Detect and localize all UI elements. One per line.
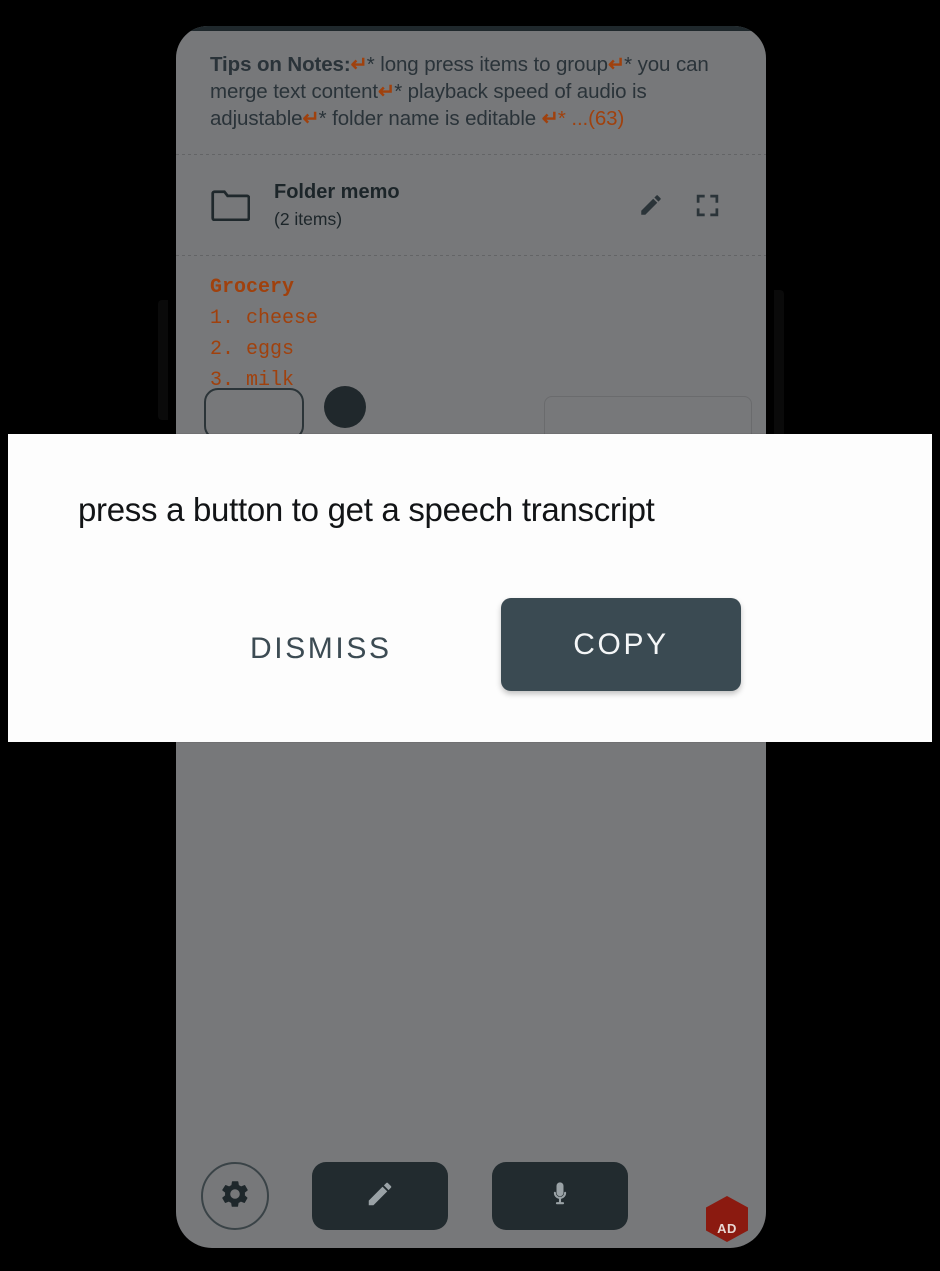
note-preview-text: Tips on Notes:↵* long press items to gro… [210, 51, 732, 132]
return-glyph: ↵ [541, 107, 559, 130]
dismiss-button[interactable]: DISMISS [236, 622, 406, 676]
note-preview-row[interactable]: Tips on Notes:↵* long press items to gro… [176, 31, 766, 154]
occluded-round-button[interactable] [324, 386, 366, 428]
copy-button[interactable]: COPY [501, 598, 741, 691]
grocery-heading: Grocery [210, 276, 295, 299]
folder-icon [210, 189, 250, 221]
dialog-message: press a button to get a speech transcrip… [78, 491, 655, 528]
occluded-pill-button[interactable] [204, 388, 304, 440]
pencil-icon [365, 1179, 395, 1214]
folder-item-count: (2 items) [274, 209, 343, 229]
note-preview-segment-0: * long press items to group [366, 53, 608, 76]
folder-meta: Folder memo (2 items) [274, 179, 638, 231]
return-glyph: ↵ [350, 53, 368, 76]
screenshot-root: Tips on Notes:↵* long press items to gro… [0, 0, 940, 1271]
return-glyph: ↵ [378, 80, 395, 103]
ad-badge[interactable]: AD [706, 1196, 748, 1242]
list-divider [176, 255, 766, 256]
list-divider [176, 154, 766, 155]
bottom-toolbar: AD [176, 1128, 766, 1248]
pencil-icon[interactable] [638, 192, 664, 218]
fullscreen-icon[interactable] [694, 192, 720, 218]
folder-row-actions [638, 192, 736, 218]
note-preview-title: Tips on Notes: [210, 53, 351, 76]
gear-icon [219, 1178, 251, 1215]
folder-row-folder-memo[interactable]: Folder memo (2 items) [176, 155, 766, 255]
folder-title: Folder memo [274, 181, 400, 203]
grocery-item: 1. cheese [210, 307, 319, 330]
settings-button[interactable] [201, 1162, 269, 1230]
microphone-icon [546, 1180, 574, 1213]
grocery-item: 2. eggs [210, 338, 295, 361]
voice-record-button[interactable] [492, 1162, 628, 1230]
speech-transcript-dialog: press a button to get a speech transcrip… [8, 434, 932, 742]
note-preview-segment-3: * folder name is editable [318, 107, 542, 130]
note-preview-more: * ...(63) [557, 107, 625, 130]
return-glyph: ↵ [302, 107, 319, 130]
new-note-button[interactable] [312, 1162, 448, 1230]
return-glyph: ↵ [607, 53, 625, 76]
